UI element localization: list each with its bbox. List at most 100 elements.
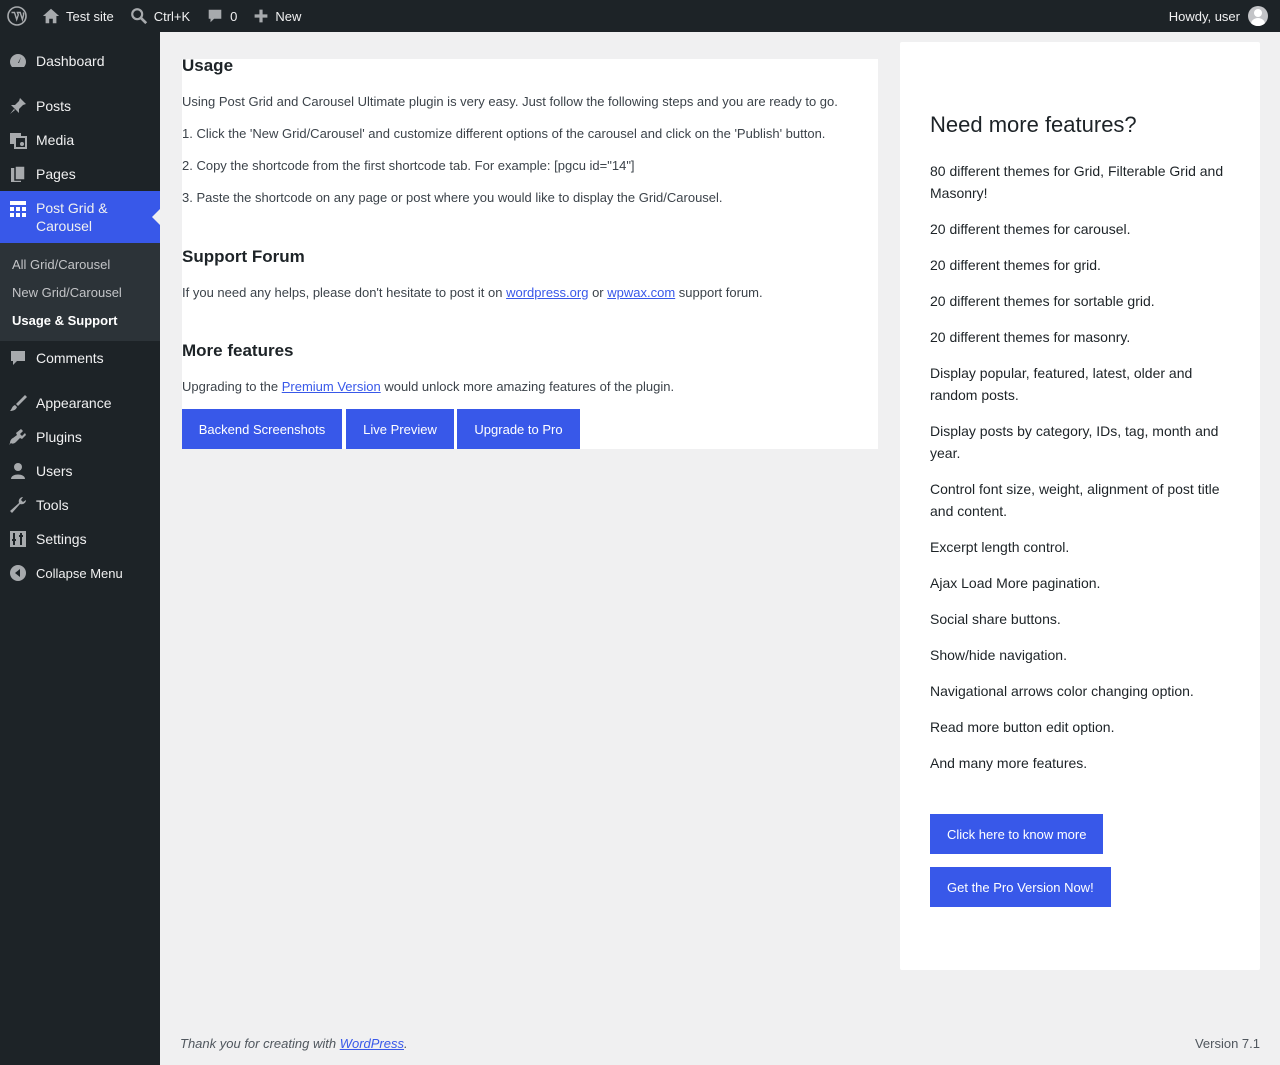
usage-step-3: 3. Paste the shortcode on any page or po… bbox=[182, 190, 723, 205]
howdy-text: Howdy, user bbox=[1168, 8, 1240, 24]
list-item: Display posts by category, IDs, tag, mon… bbox=[930, 423, 1219, 461]
more-features-text: Upgrading to the Premium Version would u… bbox=[182, 379, 674, 394]
wordpress-logo-icon[interactable] bbox=[0, 0, 34, 32]
sidebar-item-users[interactable]: Users bbox=[0, 454, 160, 488]
sidebar-item-plugins[interactable]: Plugins bbox=[0, 420, 160, 454]
footer-text-after: . bbox=[404, 1036, 408, 1051]
wrench-icon bbox=[8, 495, 28, 515]
usage-step-1: 1. Click the 'New Grid/Carousel' and cus… bbox=[182, 126, 826, 141]
list-item: 20 different themes for sortable grid. bbox=[930, 293, 1155, 309]
submenu-new-grid-carousel[interactable]: New Grid/Carousel bbox=[0, 278, 160, 306]
search-shortcut-label: Ctrl+K bbox=[153, 8, 191, 24]
wpwax-link[interactable]: wpwax.com bbox=[607, 285, 675, 300]
features-list: 80 different themes for Grid, Filterable… bbox=[930, 160, 1235, 788]
backend-screenshots-button[interactable]: Backend Screenshots bbox=[182, 409, 342, 449]
list-item: 20 different themes for carousel. bbox=[930, 221, 1131, 237]
list-item: Excerpt length control. bbox=[930, 539, 1070, 555]
comments-link[interactable]: 0 bbox=[198, 0, 245, 32]
site-name-label: Test site bbox=[66, 8, 114, 24]
more-text-after: would unlock more amazing features of th… bbox=[380, 379, 675, 394]
upgrade-to-pro-button[interactable]: Upgrade to Pro bbox=[457, 409, 580, 449]
list-item: Control font size, weight, alignment of … bbox=[930, 481, 1220, 519]
list-item: Read more button edit option. bbox=[930, 719, 1115, 735]
sidebar-item-media[interactable]: Media bbox=[0, 123, 160, 157]
admin-bar: Test site Ctrl+K 0 New Howdy, user bbox=[0, 0, 1280, 32]
grid-icon bbox=[8, 199, 28, 219]
submenu-usage-support[interactable]: Usage & Support bbox=[0, 306, 160, 334]
sidebar-item-dashboard[interactable]: Dashboard bbox=[0, 44, 160, 78]
collapse-icon bbox=[8, 563, 28, 583]
user-icon bbox=[8, 461, 28, 481]
new-content-link[interactable]: New bbox=[245, 0, 309, 32]
sidebar-item-appearance[interactable]: Appearance bbox=[0, 386, 160, 420]
list-item: Navigational arrows color changing optio… bbox=[930, 683, 1194, 699]
sidebar-item-label: Pages bbox=[36, 166, 76, 182]
footer-version: Version 7.1 bbox=[1194, 1036, 1260, 1051]
sidebar-item-label: Comments bbox=[36, 350, 104, 366]
search-shortcut[interactable]: Ctrl+K bbox=[122, 0, 198, 32]
sidebar-item-posts[interactable]: Posts bbox=[0, 89, 160, 123]
features-panel-title: Need more features? bbox=[930, 112, 1137, 137]
sidebar-item-settings[interactable]: Settings bbox=[0, 522, 160, 556]
plus-icon bbox=[255, 9, 268, 23]
dashboard-icon bbox=[8, 51, 28, 71]
sidebar-item-label: Posts bbox=[36, 98, 72, 114]
support-text-mid: or bbox=[588, 285, 608, 300]
usage-step-2: 2. Copy the shortcode from the first sho… bbox=[182, 158, 635, 173]
collapse-menu-button[interactable]: Collapse Menu bbox=[0, 556, 160, 590]
comment-icon bbox=[8, 348, 28, 368]
sidebar-item-label: Appearance bbox=[36, 395, 112, 411]
list-item: 20 different themes for grid. bbox=[930, 257, 1101, 273]
submenu: All Grid/Carousel New Grid/Carousel Usag… bbox=[0, 243, 160, 341]
settings-icon bbox=[8, 529, 28, 549]
list-item: And many more features. bbox=[930, 755, 1088, 771]
more-text-before: Upgrading to the bbox=[182, 379, 282, 394]
premium-version-link[interactable]: Premium Version bbox=[282, 379, 381, 394]
list-item: Display popular, featured, latest, older… bbox=[930, 365, 1193, 403]
list-item: 80 different themes for Grid, Filterable… bbox=[930, 163, 1224, 201]
list-item: Show/hide navigation. bbox=[930, 647, 1067, 663]
sidebar-item-tools[interactable]: Tools bbox=[0, 488, 160, 522]
support-text-before: If you need any helps, please don't hesi… bbox=[182, 285, 507, 300]
sidebar-item-comments[interactable]: Comments bbox=[0, 341, 160, 375]
admin-sidebar: Dashboard Posts Media Pages Post Grid & … bbox=[0, 32, 160, 1065]
pages-icon bbox=[8, 164, 28, 184]
sidebar-item-label: Collapse Menu bbox=[36, 565, 123, 581]
sidebar-item-label: Plugins bbox=[36, 429, 82, 445]
plugin-icon bbox=[8, 427, 28, 447]
sidebar-item-pages[interactable]: Pages bbox=[0, 157, 160, 191]
comment-icon bbox=[208, 9, 222, 23]
comments-count: 0 bbox=[230, 8, 238, 24]
sidebar-item-post-grid-carousel[interactable]: Post Grid & Carousel bbox=[0, 191, 160, 243]
support-forum-text: If you need any helps, please don't hesi… bbox=[182, 285, 763, 300]
know-more-button[interactable]: Click here to know more bbox=[930, 814, 1104, 854]
site-name-link[interactable]: Test site bbox=[34, 0, 122, 32]
sidebar-item-label: Tools bbox=[36, 497, 69, 513]
media-icon bbox=[8, 130, 28, 150]
sidebar-item-label: Media bbox=[36, 132, 75, 148]
get-pro-version-button[interactable]: Get the Pro Version Now! bbox=[930, 867, 1111, 907]
pin-icon bbox=[8, 96, 28, 116]
list-item: 20 different themes for masonry. bbox=[930, 329, 1131, 345]
list-item: Social share buttons. bbox=[930, 611, 1061, 627]
search-icon bbox=[130, 8, 147, 25]
submenu-all-grid-carousel[interactable]: All Grid/Carousel bbox=[0, 250, 160, 278]
account-menu[interactable]: Howdy, user bbox=[1161, 0, 1280, 32]
new-label: New bbox=[275, 8, 302, 24]
home-icon bbox=[42, 8, 60, 24]
brush-icon bbox=[8, 393, 28, 413]
sidebar-item-label: Post Grid & Carousel bbox=[36, 200, 108, 234]
more-features-title: More features bbox=[182, 341, 294, 360]
avatar bbox=[1248, 6, 1268, 26]
wordpress-org-link[interactable]: wordpress.org bbox=[506, 285, 588, 300]
sidebar-item-label: Dashboard bbox=[36, 53, 105, 69]
usage-intro: Using Post Grid and Carousel Ultimate pl… bbox=[182, 94, 838, 109]
list-item: Ajax Load More pagination. bbox=[930, 575, 1101, 591]
wordpress-link[interactable]: WordPress bbox=[340, 1036, 404, 1051]
support-forum-title: Support Forum bbox=[182, 247, 305, 266]
sidebar-item-label: Settings bbox=[36, 531, 87, 547]
sidebar-item-label: Users bbox=[36, 463, 73, 479]
usage-title: Usage bbox=[182, 56, 234, 75]
footer-thanks: Thank you for creating with WordPress. bbox=[180, 1036, 408, 1051]
live-preview-button[interactable]: Live Preview bbox=[346, 409, 454, 449]
